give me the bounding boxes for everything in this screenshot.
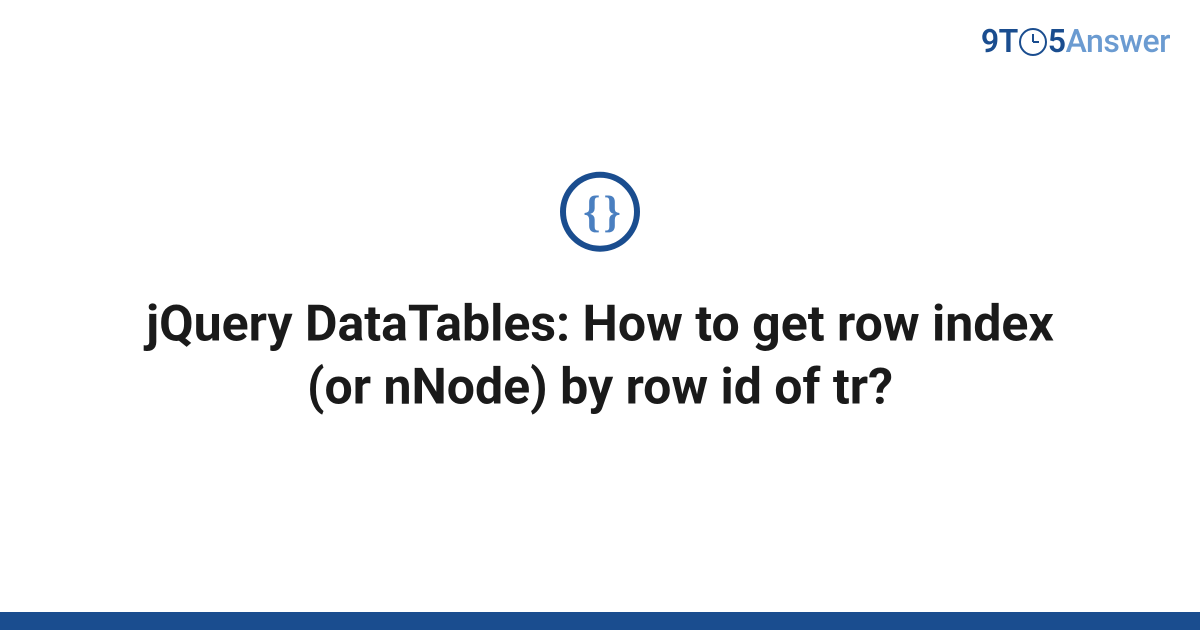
logo-text-answer: Answer (1066, 22, 1170, 60)
category-badge-icon: { } (560, 172, 640, 252)
page-title: jQuery DataTables: How to get row index … (70, 294, 1130, 419)
logo-text-9t: 9T (981, 22, 1018, 60)
logo-text-5: 5 (1048, 22, 1066, 60)
footer-bar (0, 612, 1200, 630)
main-content: { } jQuery DataTables: How to get row in… (0, 172, 1200, 419)
braces-icon: { } (583, 186, 617, 237)
site-logo: 9T 5Answer (981, 22, 1170, 60)
clock-icon (1019, 28, 1047, 56)
